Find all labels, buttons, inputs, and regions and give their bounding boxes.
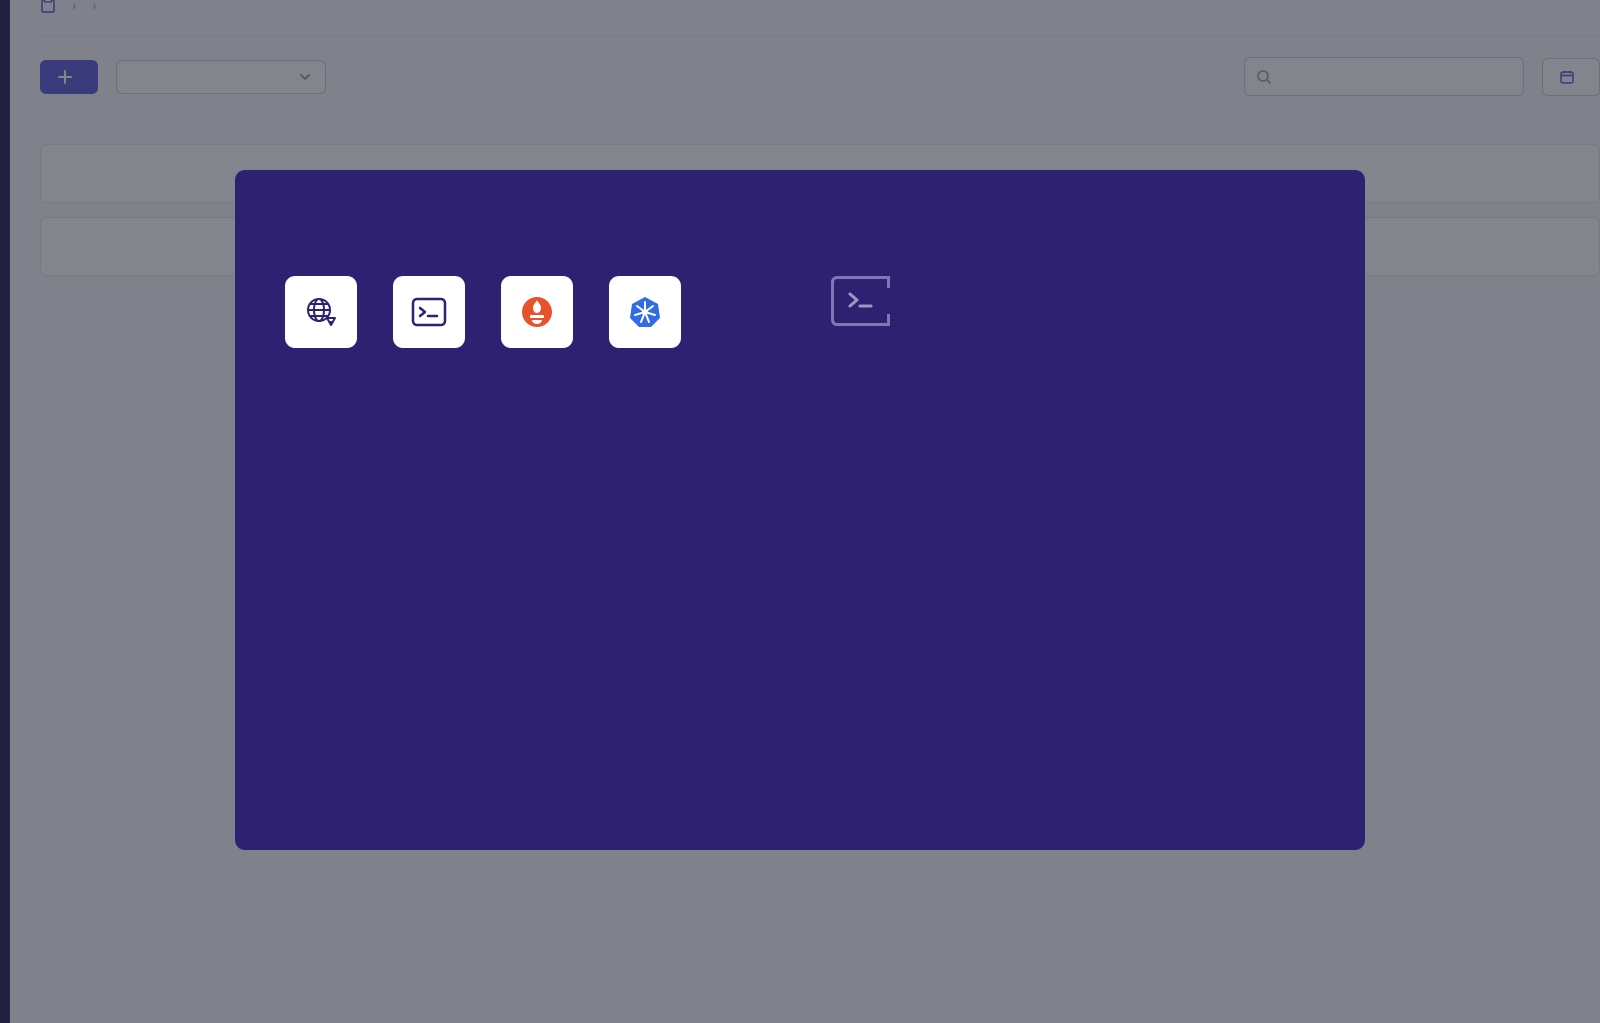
probe-option-kubernetes[interactable] — [609, 276, 681, 362]
terminal-outline-icon — [831, 276, 887, 326]
terminal-icon — [393, 276, 465, 348]
http-icon — [285, 276, 357, 348]
kubernetes-icon — [609, 276, 681, 348]
prometheus-icon — [501, 276, 573, 348]
modal-overlay[interactable] — [0, 0, 1600, 1023]
probe-type-options — [285, 276, 681, 362]
probe-option-command[interactable] — [393, 276, 465, 362]
probe-detail-pane — [831, 276, 1231, 362]
probe-option-http[interactable] — [285, 276, 357, 362]
select-probe-type-modal — [235, 170, 1365, 850]
probe-option-prometheus[interactable] — [501, 276, 573, 362]
